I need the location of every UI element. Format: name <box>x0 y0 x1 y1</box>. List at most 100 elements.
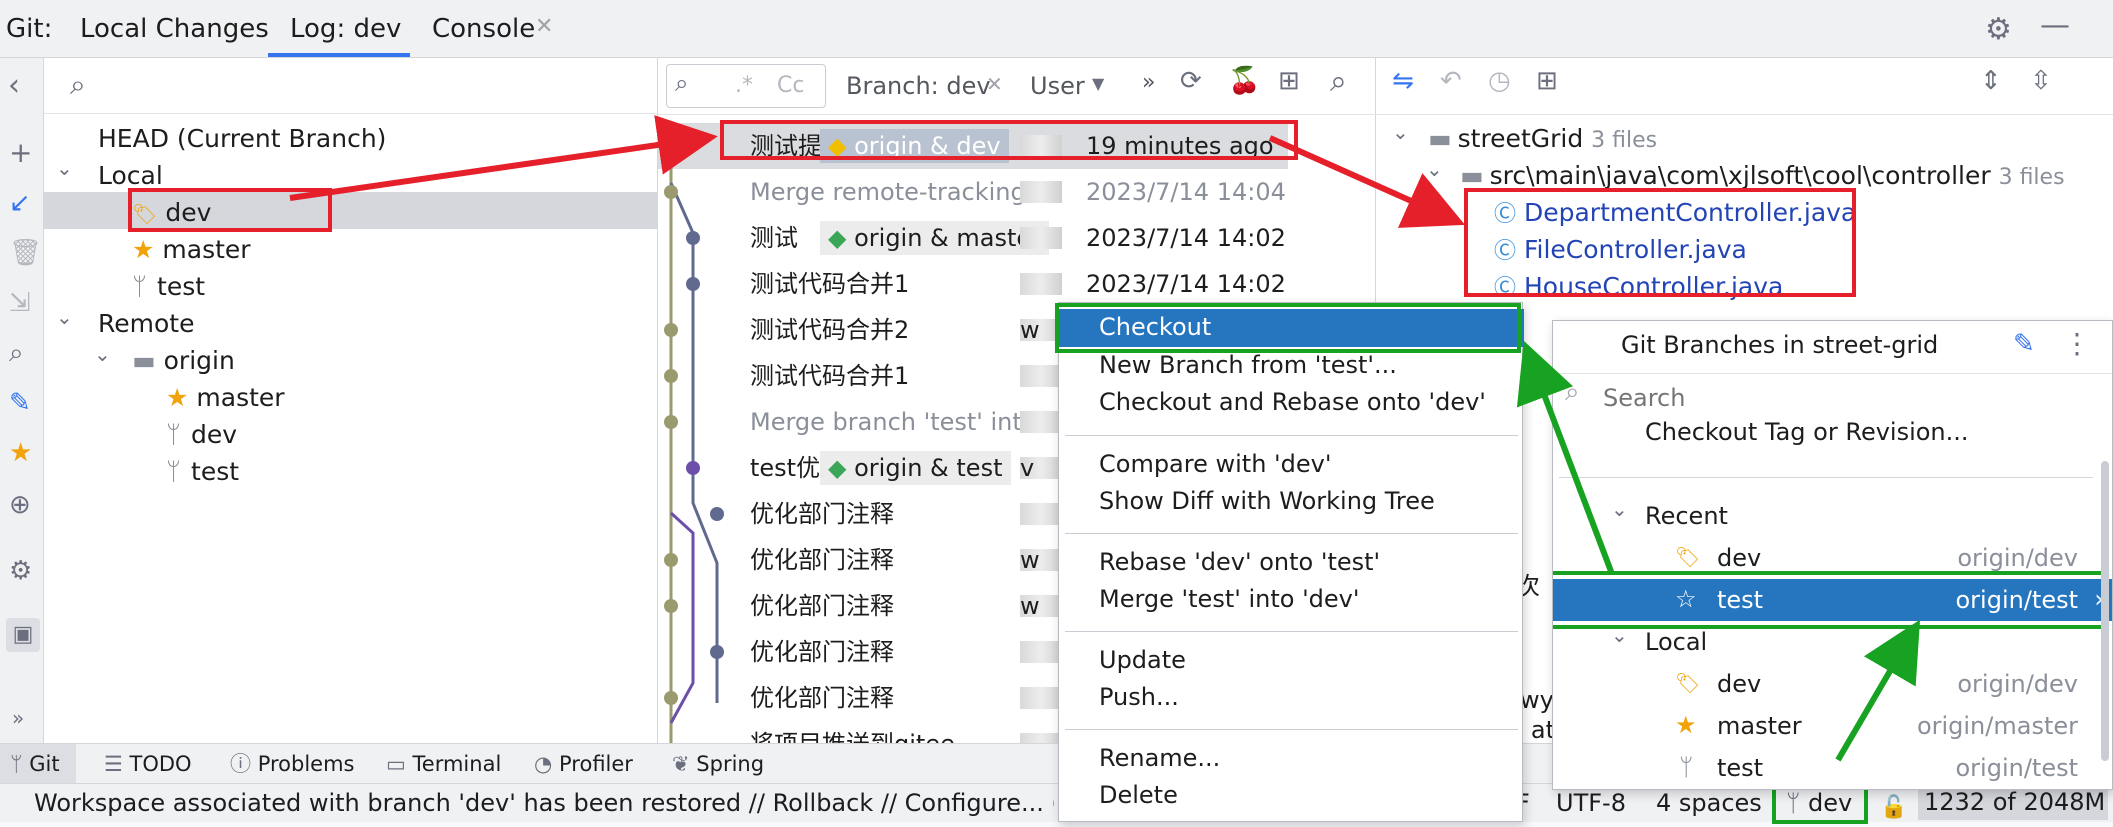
gear-icon[interactable]: ⚙ <box>1985 12 2012 47</box>
tag-icon: ◆ <box>828 454 855 482</box>
edit-icon[interactable]: ✎ <box>9 388 31 418</box>
popup-scrollbar[interactable] <box>2101 461 2109 761</box>
local-branch-dev[interactable]: 🏷 dev origin/dev <box>1553 663 2112 705</box>
local-group[interactable]: Local <box>1645 621 1707 663</box>
branch-filter[interactable]: Branch: dev <box>846 72 991 100</box>
commit-row[interactable]: 测试代码合并1 2023/7/14 14:02 <box>658 261 1376 307</box>
chevron-down-icon[interactable]: ⌄ <box>1426 157 1443 181</box>
tree-origin[interactable]: ▬ origin <box>132 342 235 379</box>
tree-remote-group[interactable]: Remote <box>98 305 194 342</box>
branch-search-input[interactable] <box>104 68 634 104</box>
tool-tab-problems[interactable]: ⓘ Problems <box>230 744 354 784</box>
trash-icon[interactable]: 🗑 <box>9 238 42 268</box>
commit-author: w <box>1020 546 1040 574</box>
annotation-box-checkout <box>1055 303 1521 353</box>
menu-separator <box>1065 533 1518 534</box>
tool-tab-todo[interactable]: ☰ TODO <box>104 744 192 784</box>
search-icon[interactable]: ⌕ <box>1330 64 1347 99</box>
chevron-down-icon[interactable]: ⌄ <box>94 342 111 366</box>
recent-group[interactable]: Recent <box>1645 495 1728 537</box>
commit-message: 优化部门注释 <box>750 592 894 620</box>
tree-origin-dev[interactable]: ᛘ dev <box>166 416 237 453</box>
redacted-author <box>1020 411 1062 433</box>
add-icon[interactable]: + <box>9 136 32 169</box>
tree-local-master[interactable]: ★ master <box>132 231 251 268</box>
compare-icon[interactable]: ⇲ <box>9 288 31 318</box>
menu-item-compare[interactable]: Compare with 'dev' <box>1059 446 1524 483</box>
chevron-down-icon[interactable]: ⌄ <box>1392 120 1409 144</box>
cherry-pick-icon[interactable]: 🍒 <box>1228 66 1260 96</box>
status-message[interactable]: Workspace associated with branch 'dev' h… <box>34 784 1054 823</box>
group-icon[interactable]: ⊞ <box>1536 66 1558 96</box>
package-label: src\main\java\com\xjlsoft\cool\controlle… <box>1489 161 1991 190</box>
log-search-field[interactable]: ⌕ .* Cc <box>666 64 826 108</box>
collapse-all-icon[interactable]: ⇳ <box>2030 66 2052 96</box>
chevron-down-icon[interactable]: ⌄ <box>1611 497 1628 521</box>
changes-toolbar-divider <box>1376 114 2113 115</box>
tab-log-dev[interactable]: Log: dev <box>290 0 401 58</box>
local-branch-test[interactable]: ᛘ test origin/test <box>1553 747 2112 789</box>
commit-row[interactable]: Merge remote-tracking 2023/7/14 14:04 <box>658 169 1376 215</box>
commit-row[interactable]: 测试 ◆ origin & master 2023/7/14 14:02 <box>658 215 1376 261</box>
star-icon[interactable]: ★ <box>9 438 32 468</box>
menu-item-update[interactable]: Update <box>1059 642 1524 679</box>
menu-item-new-branch[interactable]: New Branch from 'test'... <box>1059 347 1524 384</box>
tool-tab-spring[interactable]: ❦ Spring <box>672 744 764 784</box>
tree-origin-test[interactable]: ᛘ test <box>166 453 239 490</box>
detail-fragment: wy <box>1520 686 1554 714</box>
tool-tab-git[interactable]: ᛘ Git <box>10 744 60 784</box>
annotation-box-dev <box>128 188 332 232</box>
chevron-down-icon[interactable]: ⌄ <box>56 156 73 180</box>
edit-icon[interactable]: ✎ <box>2013 329 2035 359</box>
layout-icon[interactable]: ▣ <box>6 618 40 652</box>
menu-item-checkout-rebase[interactable]: Checkout and Rebase onto 'dev' <box>1059 384 1524 421</box>
menu-item-push[interactable]: Push... <box>1059 679 1524 716</box>
folder-icon: ▬ <box>1460 161 1484 190</box>
history-icon[interactable]: ◷ <box>1488 66 1511 96</box>
chevron-left-icon[interactable]: ‹ <box>8 68 20 103</box>
changes-root[interactable]: ▬ streetGrid 3 files <box>1428 120 1657 157</box>
star-icon: ★ <box>1675 711 1697 739</box>
case-toggle[interactable]: Cc <box>777 73 804 98</box>
tool-tab-profiler[interactable]: ◔ Profiler <box>534 744 633 784</box>
regex-toggle[interactable]: .* <box>735 73 753 98</box>
chevron-down-icon[interactable]: ⌄ <box>56 305 73 329</box>
tree-origin-master[interactable]: ★ master <box>166 379 285 416</box>
tab-console[interactable]: Console <box>432 0 535 58</box>
top-tab-bar: Git: Local Changes Log: dev Console ✕ ⚙ … <box>0 0 2113 58</box>
expand-all-icon[interactable]: ⇕ <box>1980 66 2002 96</box>
menu-item-merge[interactable]: Merge 'test' into 'dev' <box>1059 581 1524 618</box>
pin-icon[interactable]: ⇋ <box>1392 66 1414 96</box>
update-arrow-icon[interactable]: ↙ <box>9 188 31 218</box>
undo-icon[interactable]: ↶ <box>1440 66 1462 96</box>
menu-item-rebase[interactable]: Rebase 'dev' onto 'test' <box>1059 544 1524 581</box>
more-filters[interactable]: » <box>1142 70 1155 95</box>
local-branch-master[interactable]: ★ master origin/master <box>1553 705 2112 747</box>
search-icon[interactable]: ⌕ <box>9 338 24 369</box>
target-icon[interactable]: ⊕ <box>9 490 31 520</box>
chevron-down-icon[interactable]: ⌄ <box>1611 623 1628 647</box>
menu-item-delete[interactable]: Delete <box>1059 777 1524 814</box>
close-icon[interactable]: ✕ <box>986 72 1003 96</box>
close-icon[interactable]: ✕ <box>535 14 553 39</box>
branch-search-bar[interactable]: ⌕ <box>44 58 658 114</box>
redacted-author <box>1020 641 1062 663</box>
lock-icon[interactable]: 🔓 <box>1880 788 1907 827</box>
tree-local-test[interactable]: ᛘ test <box>132 268 205 305</box>
more-vertical-icon[interactable]: ⋮ <box>2063 327 2091 360</box>
tab-local-changes[interactable]: Local Changes <box>80 0 269 58</box>
memory-indicator[interactable]: 1232 of 2048M <box>1918 786 2108 820</box>
user-filter[interactable]: User <box>1030 72 1085 100</box>
tool-tab-terminal[interactable]: ▭ Terminal <box>386 744 501 784</box>
minimize-icon[interactable]: — <box>2040 8 2070 43</box>
branch-popup-search-input[interactable] <box>1601 381 2081 415</box>
tool-tab-label: Spring <box>696 752 765 776</box>
tree-head[interactable]: HEAD (Current Branch) <box>98 120 386 157</box>
refresh-icon[interactable]: ⟳ <box>1180 66 1202 96</box>
checkout-tag-action[interactable]: Checkout Tag or Revision... <box>1645 411 1969 453</box>
expand-icon[interactable]: » <box>12 706 24 730</box>
settings-icon[interactable]: ⚙ <box>9 556 32 586</box>
layout-options-icon[interactable]: ⊞ <box>1278 66 1300 96</box>
menu-item-rename[interactable]: Rename... <box>1059 740 1524 777</box>
menu-item-show-diff[interactable]: Show Diff with Working Tree <box>1059 483 1524 520</box>
